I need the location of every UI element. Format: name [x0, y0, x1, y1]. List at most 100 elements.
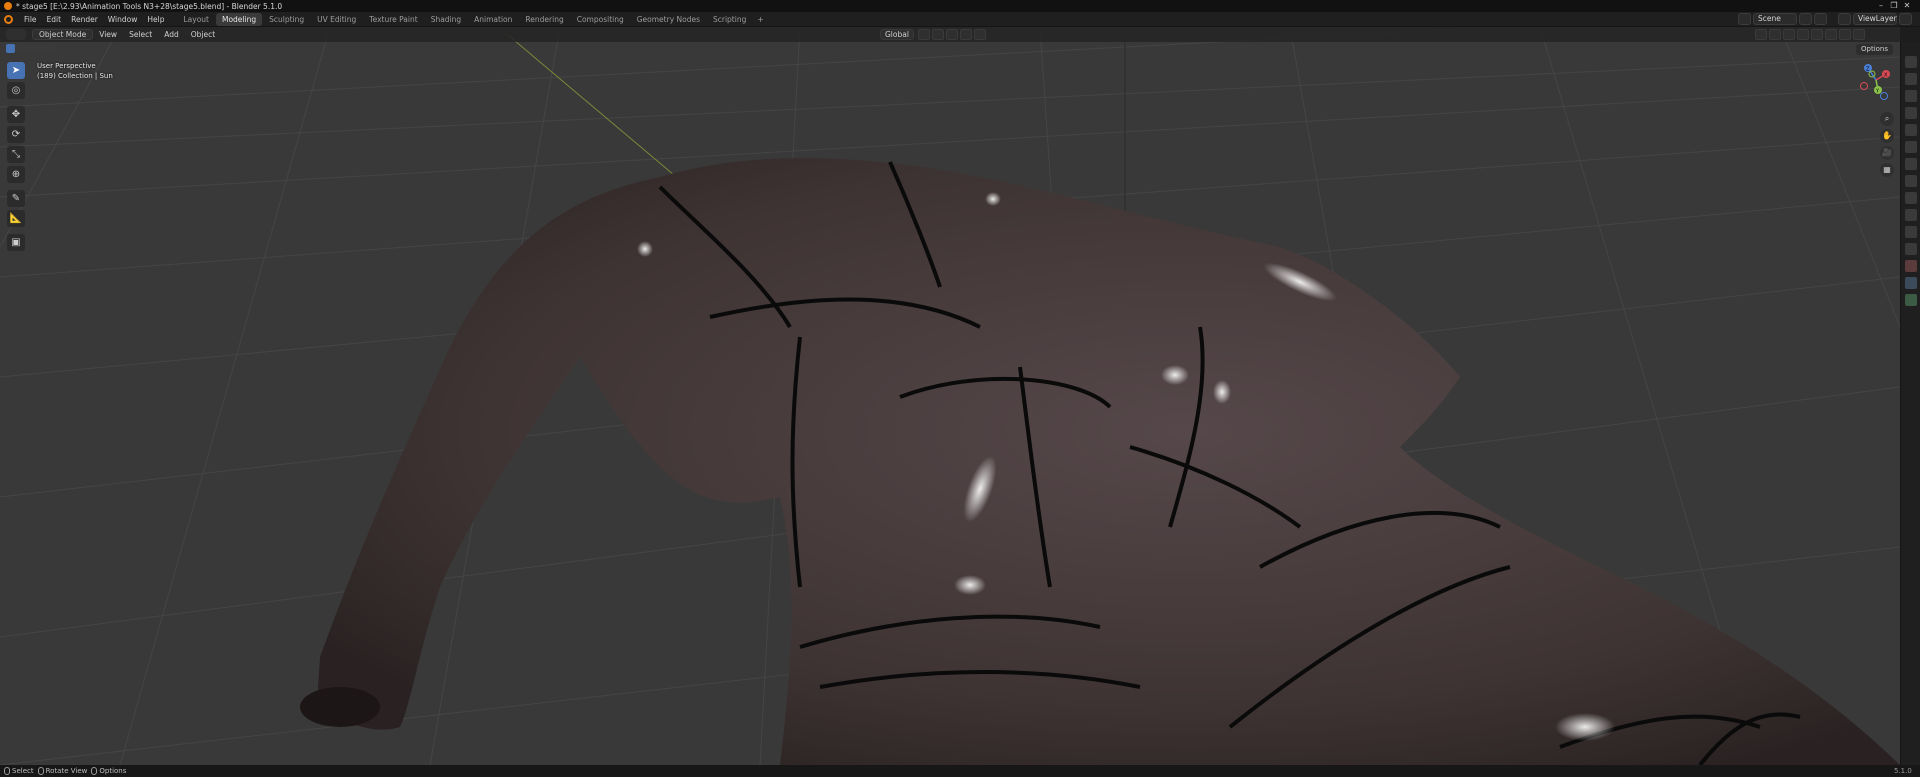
- gizmo-neg-x-axis[interactable]: [1860, 82, 1868, 90]
- select-mode-subtract-icon[interactable]: [26, 44, 35, 53]
- measure-icon: 📐: [9, 213, 23, 224]
- add-cube-tool[interactable]: ▣: [7, 234, 25, 251]
- tab-modeling[interactable]: Modeling: [215, 12, 263, 26]
- shading-material-icon[interactable]: [1839, 29, 1851, 40]
- scene-icon[interactable]: [1738, 13, 1751, 25]
- add-workspace-button[interactable]: +: [753, 15, 767, 24]
- viewport-menu-select[interactable]: Select: [123, 27, 158, 42]
- tab-shading[interactable]: Shading: [425, 13, 467, 26]
- tab-sculpting[interactable]: Sculpting: [263, 13, 310, 26]
- shading-rendered-icon[interactable]: [1853, 29, 1865, 40]
- view-layer-field[interactable]: ViewLayer: [1853, 13, 1897, 25]
- status-options: Options: [91, 767, 126, 775]
- annotate-tool[interactable]: ✎: [7, 190, 25, 207]
- 3d-viewport[interactable]: [0, 27, 1900, 765]
- tab-geometry-nodes[interactable]: Geometry Nodes: [631, 13, 706, 26]
- shading-wireframe-icon[interactable]: [1811, 29, 1823, 40]
- gizmo-x-label: X: [1884, 73, 1888, 79]
- proportional-edit-icon[interactable]: [959, 29, 972, 40]
- gizmo-toggle-icon[interactable]: [1769, 29, 1781, 40]
- blender-logo-icon: [4, 2, 12, 10]
- tab-uv-editing[interactable]: UV Editing: [311, 13, 362, 26]
- tab-texture-paint[interactable]: Texture Paint: [363, 13, 423, 26]
- shading-solid-icon[interactable]: [1825, 29, 1837, 40]
- pan-hand-icon[interactable]: ✋: [1880, 129, 1894, 143]
- version-label: 5.1.0: [1894, 767, 1912, 775]
- viewport-options-button[interactable]: Options: [1856, 44, 1894, 55]
- select-mode-invert-icon[interactable]: [36, 44, 45, 53]
- texture-properties-icon[interactable]: [1904, 277, 1917, 289]
- view-name-label: User Perspective: [37, 62, 96, 70]
- light-properties-icon[interactable]: [1904, 260, 1917, 272]
- xray-toggle-icon[interactable]: [1797, 29, 1809, 40]
- object-properties-icon[interactable]: [1904, 175, 1917, 187]
- output-properties-icon[interactable]: [1904, 90, 1917, 102]
- view-layer-properties-icon[interactable]: [1904, 107, 1917, 119]
- rotate-tool[interactable]: ⟳: [7, 126, 25, 143]
- character-mesh[interactable]: [300, 158, 1900, 765]
- move-tool[interactable]: ✥: [7, 106, 25, 123]
- close-button[interactable]: ✕: [1894, 0, 1920, 12]
- overlay-toggle-icon[interactable]: [1783, 29, 1795, 40]
- constraint-properties-icon[interactable]: [1904, 243, 1917, 255]
- pivot-point-icon[interactable]: [917, 29, 930, 40]
- editor-type-selector[interactable]: [6, 29, 26, 40]
- menu-window[interactable]: Window: [103, 12, 143, 27]
- view-layer-icon[interactable]: [1838, 13, 1851, 25]
- selection-modes: [6, 44, 56, 53]
- blender-menu-icon[interactable]: [4, 14, 13, 24]
- tab-rendering[interactable]: Rendering: [519, 13, 569, 26]
- snap-target-icon[interactable]: [945, 29, 958, 40]
- title-bar: * stage5 [E:\2.93\Animation Tools N3+28\…: [0, 0, 1920, 12]
- tab-compositing[interactable]: Compositing: [571, 13, 630, 26]
- particle-properties-icon[interactable]: [1904, 209, 1917, 221]
- camera-view-icon[interactable]: 🎥: [1880, 146, 1894, 160]
- render-properties-icon[interactable]: [1904, 73, 1917, 85]
- cursor-tool[interactable]: ◎: [7, 82, 25, 99]
- visibility-icon[interactable]: [1755, 29, 1767, 40]
- menu-file[interactable]: File: [19, 12, 42, 27]
- select-mode-intersect-icon[interactable]: [46, 44, 55, 53]
- select-box-tool[interactable]: ➤: [7, 62, 25, 79]
- collection-properties-icon[interactable]: [1904, 158, 1917, 170]
- gizmo-neg-z-axis[interactable]: [1880, 92, 1888, 100]
- menu-help[interactable]: Help: [142, 12, 169, 27]
- transform-orientation-dropdown[interactable]: Global: [880, 29, 914, 40]
- zoom-icon[interactable]: ⌕: [1880, 112, 1894, 126]
- proportional-falloff-icon[interactable]: [973, 29, 986, 40]
- tab-scripting[interactable]: Scripting: [707, 13, 752, 26]
- mouse-left-icon: [4, 767, 10, 775]
- object-mode-dropdown[interactable]: Object Mode: [32, 29, 94, 40]
- select-mode-set-icon[interactable]: [6, 44, 15, 53]
- world-properties-icon[interactable]: [1904, 141, 1917, 153]
- scene-field[interactable]: Scene: [1753, 13, 1797, 25]
- new-scene-button[interactable]: [1799, 13, 1812, 25]
- tool-properties-icon[interactable]: [1904, 56, 1917, 68]
- material-properties-icon[interactable]: [1904, 294, 1917, 306]
- tab-animation[interactable]: Animation: [468, 13, 518, 26]
- menu-edit[interactable]: Edit: [42, 12, 67, 27]
- perspective-toggle-icon[interactable]: ▦: [1880, 163, 1894, 177]
- physics-properties-icon[interactable]: [1904, 226, 1917, 238]
- mouse-middle-icon: [37, 767, 44, 775]
- viewport-menu-view[interactable]: View: [93, 27, 123, 42]
- viewport-menu-add[interactable]: Add: [158, 27, 185, 42]
- navigation-buttons: ⌕ ✋ 🎥 ▦: [1880, 112, 1894, 180]
- measure-tool[interactable]: 📐: [7, 210, 25, 227]
- snap-icon[interactable]: [931, 29, 944, 40]
- window-title: * stage5 [E:\2.93\Animation Tools N3+28\…: [16, 1, 283, 11]
- tab-layout[interactable]: Layout: [177, 13, 215, 26]
- menu-render[interactable]: Render: [66, 12, 103, 27]
- transform-tool[interactable]: ⊕: [7, 166, 25, 183]
- viewport-menu-object[interactable]: Object: [185, 27, 221, 42]
- new-view-layer-button[interactable]: [1899, 13, 1912, 25]
- y-axis-line: [507, 34, 701, 198]
- rotate-icon: ⟳: [11, 129, 21, 140]
- modifier-properties-icon[interactable]: [1904, 192, 1917, 204]
- scale-tool[interactable]: ⤡: [7, 146, 25, 163]
- delete-scene-button[interactable]: [1814, 13, 1827, 25]
- scene-properties-icon[interactable]: [1904, 124, 1917, 136]
- select-mode-extend-icon[interactable]: [16, 44, 25, 53]
- navigation-gizmo[interactable]: X Y Z: [1848, 60, 1898, 110]
- collection-info-label: (189) Collection | Sun: [37, 72, 113, 80]
